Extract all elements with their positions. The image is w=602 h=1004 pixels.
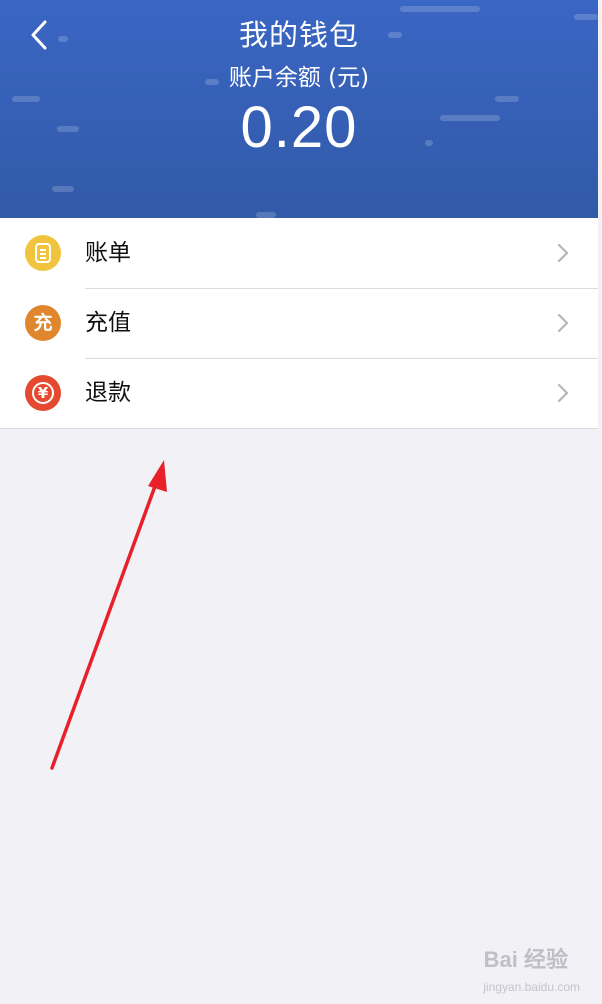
- recharge-icon: 充: [25, 305, 61, 341]
- watermark-logo: Bai 经验: [483, 947, 568, 972]
- balance-amount: 0.20: [240, 95, 358, 160]
- watermark-url: jingyan.baidu.com: [483, 980, 580, 994]
- menu-item-refund[interactable]: ¥ 退款: [0, 358, 598, 428]
- balance-label: 账户余额 (元): [228, 65, 370, 91]
- menu-item-label: 退款: [85, 380, 131, 406]
- recharge-icon-glyph: 充: [33, 311, 53, 334]
- bill-icon: [25, 235, 61, 271]
- chevron-right-icon: [557, 313, 569, 333]
- wallet-menu: 账单 充 充值 ¥ 退款: [0, 218, 598, 429]
- menu-item-recharge[interactable]: 充 充值: [0, 288, 598, 358]
- refund-icon-glyph: ¥: [37, 383, 49, 402]
- menu-item-label: 账单: [85, 240, 131, 266]
- wallet-header: 我的钱包 账户余额 (元) 0.20: [0, 0, 598, 218]
- page-title: 我的钱包: [238, 18, 359, 52]
- chevron-right-icon: [557, 383, 569, 403]
- menu-item-bill[interactable]: 账单: [0, 218, 598, 288]
- menu-item-label: 充值: [85, 310, 131, 336]
- decor-dash: [52, 186, 74, 192]
- chevron-right-icon: [557, 243, 569, 263]
- refund-icon: ¥: [25, 375, 61, 411]
